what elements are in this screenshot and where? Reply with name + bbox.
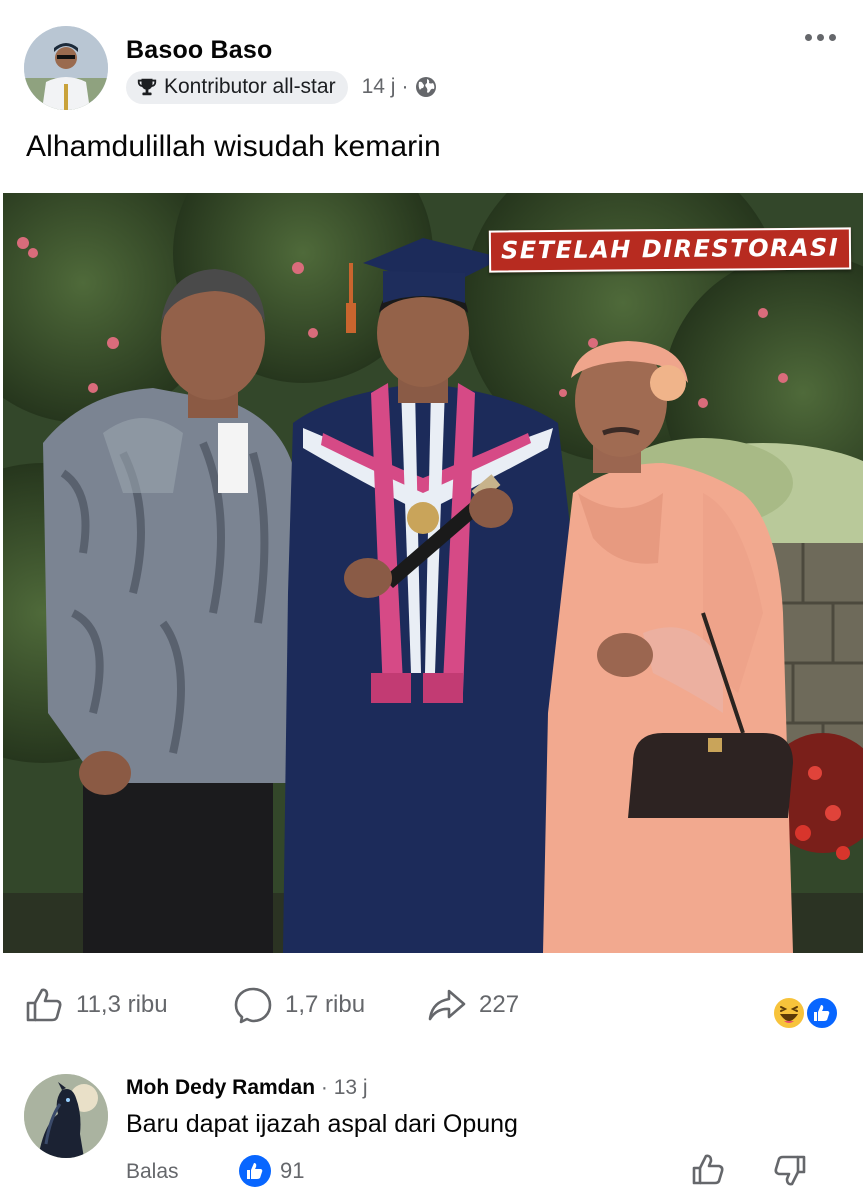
- commenter-avatar-image: [24, 1074, 108, 1158]
- post-caption: Alhamdulillah wisudah kemarin: [26, 130, 441, 163]
- haha-reaction-icon: [772, 996, 806, 1030]
- post-time[interactable]: 14 j: [362, 75, 396, 99]
- like-reaction-icon: [239, 1155, 271, 1187]
- comment-item: Moh Dedy Ramdan · 13 j Baru dapat ijazah…: [0, 1060, 866, 1200]
- share-button[interactable]: 227: [427, 985, 519, 1025]
- globe-icon: [416, 77, 437, 97]
- upvote-icon[interactable]: [690, 1152, 726, 1188]
- comment-text: Baru dapat ijazah aspal dari Opung: [126, 1110, 518, 1138]
- like-button[interactable]: 11,3 ribu: [24, 985, 168, 1025]
- author-avatar-image: [24, 26, 108, 110]
- like-count: 11,3 ribu: [76, 991, 168, 1018]
- downvote-icon[interactable]: [772, 1152, 808, 1188]
- commenter-name[interactable]: Moh Dedy Ramdan: [126, 1076, 315, 1099]
- comment-time[interactable]: · 13 j: [321, 1076, 368, 1099]
- reactions-summary[interactable]: [772, 995, 840, 1031]
- trophy-icon: [137, 78, 157, 96]
- comment-like-summary[interactable]: 91: [238, 1154, 304, 1188]
- author-name[interactable]: Basoo Baso: [126, 36, 272, 65]
- post-photo[interactable]: SETELAH DIRESTORASI: [3, 193, 863, 953]
- photo-stamp-label: SETELAH DIRESTORASI: [488, 227, 852, 273]
- thumbs-up-icon: [26, 988, 62, 1022]
- comment-meta: Moh Dedy Ramdan · 13 j: [126, 1076, 368, 1100]
- commenter-avatar[interactable]: [24, 1074, 108, 1158]
- comment-count: 1,7 ribu: [285, 991, 366, 1018]
- share-count: 227: [479, 991, 520, 1018]
- contributor-badge[interactable]: Kontributor all-star: [126, 70, 348, 104]
- more-dots-icon[interactable]: [805, 34, 836, 41]
- comment-button[interactable]: 1,7 ribu: [233, 985, 365, 1025]
- meta-separator: ·: [401, 75, 409, 98]
- post-action-bar: 11,3 ribu 1,7 ribu 227: [0, 975, 866, 1035]
- post-meta: Kontributor all-star 14 j ·: [126, 70, 438, 104]
- comment-like-count: 91: [280, 1158, 305, 1183]
- share-arrow-icon: [428, 989, 466, 1021]
- author-avatar[interactable]: [24, 26, 108, 110]
- reply-button[interactable]: Balas: [126, 1160, 179, 1184]
- comment-bubble-icon: [234, 987, 272, 1024]
- graduation-photo-illustration: [3, 193, 863, 953]
- like-reaction-icon: [805, 996, 839, 1030]
- post-header: Basoo Baso Kontributor all-star 14 j ·: [0, 0, 866, 120]
- badge-label: Kontributor all-star: [164, 75, 336, 98]
